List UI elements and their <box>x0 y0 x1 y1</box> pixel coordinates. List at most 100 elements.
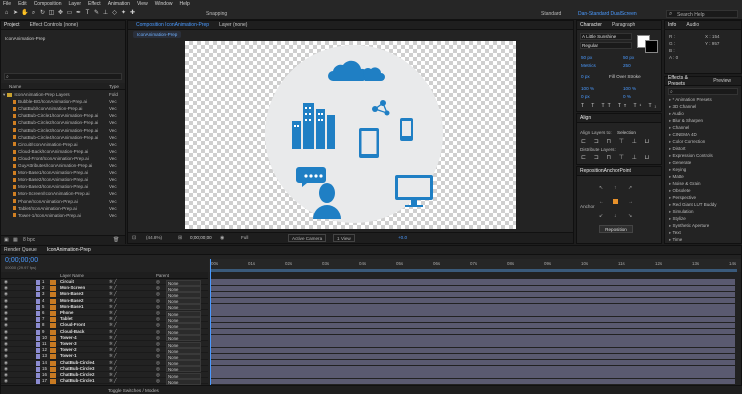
visibility-eye-icon[interactable]: ◉ <box>4 378 8 384</box>
font-size-value[interactable]: 50 px <box>581 55 592 60</box>
layer-name[interactable]: Cloud-Back <box>60 329 84 335</box>
workspace-standard[interactable]: Standard <box>541 11 561 17</box>
layer-switches[interactable]: ✲ ╱ <box>109 347 117 353</box>
expand-arrow-icon[interactable]: ▸ <box>669 174 671 179</box>
expand-arrow-icon[interactable]: ▸ <box>669 132 671 137</box>
parent-pickwhip-icon[interactable]: ◎ <box>156 360 160 366</box>
comp-breadcrumb[interactable]: IconAnimation-Prep <box>133 31 182 38</box>
tab-layer[interactable]: Layer (none) <box>219 22 247 28</box>
menu-item-animation[interactable]: Animation <box>108 1 130 7</box>
col-name[interactable]: Name <box>9 84 21 89</box>
expand-arrow-icon[interactable]: ▸ <box>669 125 671 130</box>
expand-arrow-icon[interactable]: ▸ <box>669 104 671 109</box>
layer-name[interactable]: Mon-Screen <box>60 285 85 291</box>
effects-category[interactable]: ▸ Generate <box>669 160 691 166</box>
layer-name[interactable]: Tablet <box>60 316 73 322</box>
resolution-select[interactable]: Full <box>241 235 248 240</box>
leading-value[interactable]: 50 px <box>623 55 634 60</box>
expand-arrow-icon[interactable]: ▸ <box>669 195 671 200</box>
expand-arrow-icon[interactable]: ▸ <box>669 230 671 235</box>
tab-paragraph[interactable]: Paragraph <box>612 22 635 28</box>
project-selected-item[interactable]: IconAnimation-Prep <box>5 36 45 41</box>
project-item[interactable]: GuyAttributes/IconAnimation-Prep.ai Vec <box>1 162 125 169</box>
anchor-grid[interactable]: ↖ ↑ ↗ ← → ↙ ↓ ↘ <box>599 185 633 219</box>
expand-arrow-icon[interactable]: ▸ <box>669 216 671 221</box>
visibility-eye-icon[interactable]: ◉ <box>4 285 8 291</box>
menu-item-view[interactable]: View <box>137 1 148 7</box>
layer-name[interactable]: Tower-3 <box>60 341 77 347</box>
expand-arrow-icon[interactable]: ▸ <box>669 111 671 116</box>
effects-category[interactable]: ▸ Text <box>669 230 681 236</box>
project-item[interactable]: ChatBub-Circle4/IconAnimation-Prep.ai Vec <box>1 134 125 141</box>
brush-tool-icon[interactable]: ✎ <box>93 10 100 17</box>
pan-behind-tool-icon[interactable]: ✥ <box>57 10 64 17</box>
visibility-eye-icon[interactable]: ◉ <box>4 366 8 372</box>
layer-duration-bar[interactable] <box>211 378 735 385</box>
layer-switches[interactable]: ✲ ╱ <box>109 304 117 310</box>
layer-duration-bar[interactable] <box>211 297 735 304</box>
layer-duration-bar[interactable] <box>211 353 735 360</box>
effects-search-input[interactable]: ⌕ <box>668 88 738 95</box>
parent-pickwhip-icon[interactable]: ◎ <box>156 329 160 335</box>
project-item[interactable]: Mon-Base3/IconAnimation-Prep.ai Vec <box>1 183 125 190</box>
layer-name[interactable]: ChatBub-Circle3 <box>60 366 94 372</box>
effects-category[interactable]: ▸ CINEMA 4D <box>669 132 697 138</box>
expand-arrow-icon[interactable]: ▸ <box>669 181 671 186</box>
layer-switches[interactable]: ✲ ╱ <box>109 310 117 316</box>
parent-select[interactable]: None <box>166 378 201 385</box>
reposition-button[interactable]: Reposition <box>599 225 633 233</box>
work-area-bar[interactable] <box>211 269 737 272</box>
exposure-value[interactable]: +0.0 <box>398 235 407 240</box>
vertical-scale-value[interactable]: 100 % <box>581 86 594 91</box>
visibility-eye-icon[interactable]: ◉ <box>4 316 8 322</box>
layer-switches[interactable]: ✲ ╱ <box>109 378 117 384</box>
effects-category[interactable]: ▸ Obsolete <box>669 188 691 194</box>
bit-depth-label[interactable]: 8 bpc <box>23 237 35 243</box>
stamp-tool-icon[interactable]: ⊥ <box>102 10 109 17</box>
effects-category[interactable]: ▸ Color Correction <box>669 139 705 145</box>
snapping-label[interactable]: Snapping <box>206 11 227 17</box>
stroke-type-select[interactable]: Fill Over Stroke <box>609 74 641 79</box>
comp-timecode[interactable]: 0;00;00;00 <box>190 235 212 240</box>
effects-category[interactable]: ▸ Distort <box>669 146 686 152</box>
col-parent[interactable]: Parent <box>156 273 169 278</box>
baseline-shift-value[interactable]: 0 px <box>581 94 590 99</box>
project-item[interactable]: ChatBub-Circle1/IconAnimation-Prep.ai Vec <box>1 112 125 119</box>
layer-switches[interactable]: ✲ ╱ <box>109 316 117 322</box>
effects-category[interactable]: ▸ Noise & Grain <box>669 181 701 187</box>
tab-composition[interactable]: Composition IconAnimation-Prep <box>136 22 209 28</box>
project-item[interactable]: Tower-1/IconAnimation-Prep.ai Vec <box>1 212 125 219</box>
effects-category[interactable]: ▸ Simulation <box>669 209 694 215</box>
effects-category[interactable]: ▸ Blur & Sharpen <box>669 118 703 124</box>
tab-character[interactable]: Character <box>580 22 602 28</box>
expand-arrow-icon[interactable]: ▾ <box>3 92 5 97</box>
layer-switches[interactable]: ✲ ╱ <box>109 291 117 297</box>
tab-effect-controls[interactable]: Effect Controls (none) <box>30 22 79 28</box>
visibility-eye-icon[interactable]: ◉ <box>4 347 8 353</box>
expand-arrow-icon[interactable]: ▸ <box>669 118 671 123</box>
layer-switches[interactable]: ✲ ╱ <box>109 372 117 378</box>
visibility-eye-icon[interactable]: ◉ <box>4 279 8 285</box>
layer-duration-bar[interactable] <box>211 279 735 285</box>
tab-reposition[interactable]: RepositionAnchorPoint <box>580 168 631 174</box>
zoom-level[interactable]: (44.8%) <box>146 235 162 240</box>
menu-item-layer[interactable]: Layer <box>68 1 81 7</box>
parent-pickwhip-icon[interactable]: ◎ <box>156 291 160 297</box>
visibility-eye-icon[interactable]: ◉ <box>4 298 8 304</box>
layer-name[interactable]: Circuit <box>60 279 74 285</box>
stroke-width-value[interactable]: 0 px <box>581 74 590 79</box>
layer-switches[interactable]: ✲ ╱ <box>109 360 117 366</box>
hand-tool-icon[interactable]: ✋ <box>21 10 28 17</box>
playhead[interactable] <box>210 259 211 385</box>
visibility-eye-icon[interactable]: ◉ <box>4 322 8 328</box>
workspace-dual[interactable]: Dan-Standard DualScreen <box>578 11 637 17</box>
tab-timeline-comp[interactable]: IconAnimation-Prep <box>47 247 91 253</box>
visibility-eye-icon[interactable]: ◉ <box>4 341 8 347</box>
layer-duration-bar[interactable] <box>211 310 735 316</box>
visibility-eye-icon[interactable]: ◉ <box>4 310 8 316</box>
visibility-eye-icon[interactable]: ◉ <box>4 372 8 378</box>
new-folder-icon[interactable]: ▣ <box>4 237 9 243</box>
project-item[interactable]: Phone/IconAnimation-Prep.ai Vec <box>1 198 125 205</box>
project-item[interactable]: Cloud-Front/IconAnimation-Prep.ai Vec <box>1 155 125 162</box>
col-type[interactable]: Type <box>109 84 119 89</box>
